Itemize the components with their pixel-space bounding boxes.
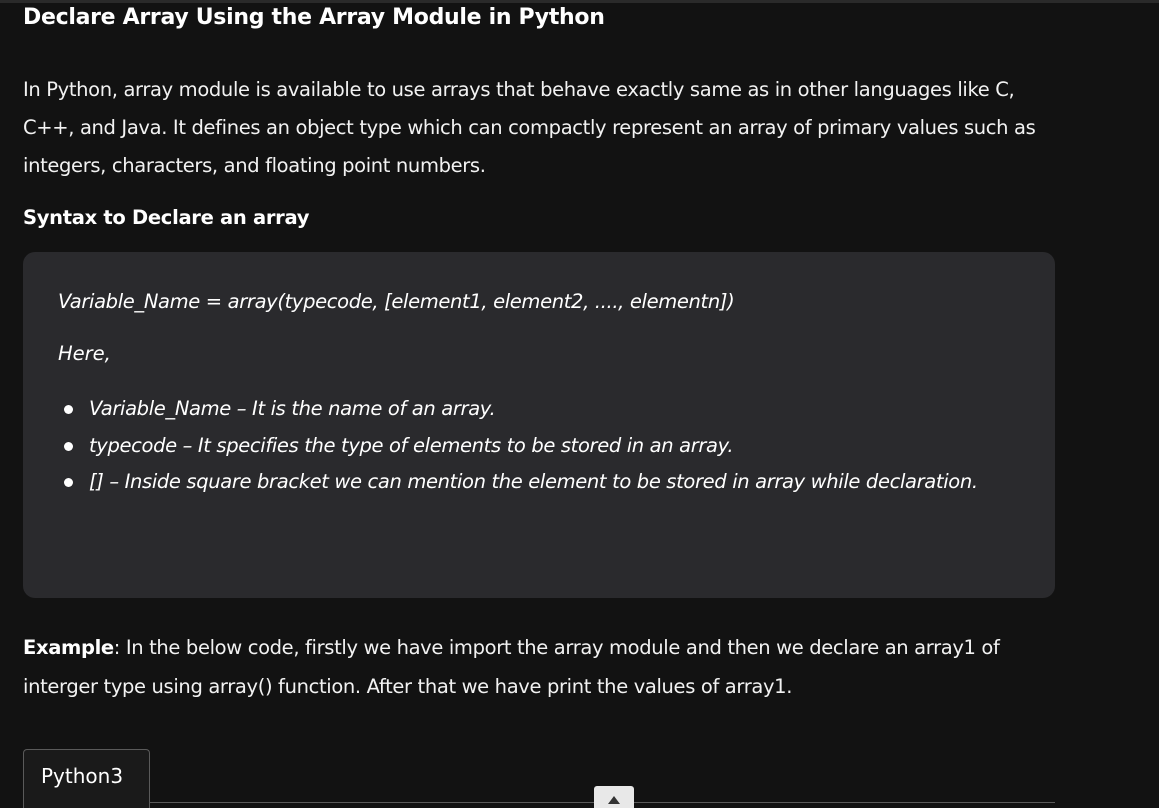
example-text: : In the below code, firstly we have imp…: [23, 636, 1000, 698]
page-title: Declare Array Using the Array Module in …: [23, 5, 605, 30]
example-label: Example: [23, 636, 114, 659]
bullet-item-variable-name: Variable_Name – It is the name of an arr…: [58, 391, 988, 428]
bullet-dot-icon: [64, 478, 73, 487]
intro-paragraph: In Python, array module is available to …: [23, 78, 1036, 177]
syntax-code-line: Variable_Name = array(typecode, [element…: [58, 290, 735, 313]
bullet-dot-icon: [64, 441, 73, 451]
bullet-item-typecode: typecode – It specifies the type of elem…: [58, 428, 988, 465]
syntax-heading: Syntax to Declare an array: [23, 206, 310, 229]
bullet-text: Variable_Name – It is the name of an arr…: [89, 397, 496, 420]
chevron-up-icon: [608, 796, 620, 804]
syntax-box: Variable_Name = array(typecode, [element…: [23, 252, 1055, 598]
here-label: Here,: [58, 342, 111, 365]
bullet-text: [] – Inside square bracket we can mentio…: [89, 470, 978, 493]
syntax-bullet-list: Variable_Name – It is the name of an arr…: [58, 391, 988, 501]
bullet-text: typecode – It specifies the type of elem…: [89, 433, 734, 457]
example-paragraph: Example: In the below code, firstly we h…: [23, 629, 1053, 706]
scroll-to-top-button[interactable]: [594, 786, 634, 808]
bullet-dot-icon: [64, 405, 73, 414]
top-divider: [0, 0, 1159, 3]
tab-python3[interactable]: Python3: [23, 749, 150, 808]
bullet-item-brackets: [] – Inside square bracket we can mentio…: [58, 464, 988, 501]
